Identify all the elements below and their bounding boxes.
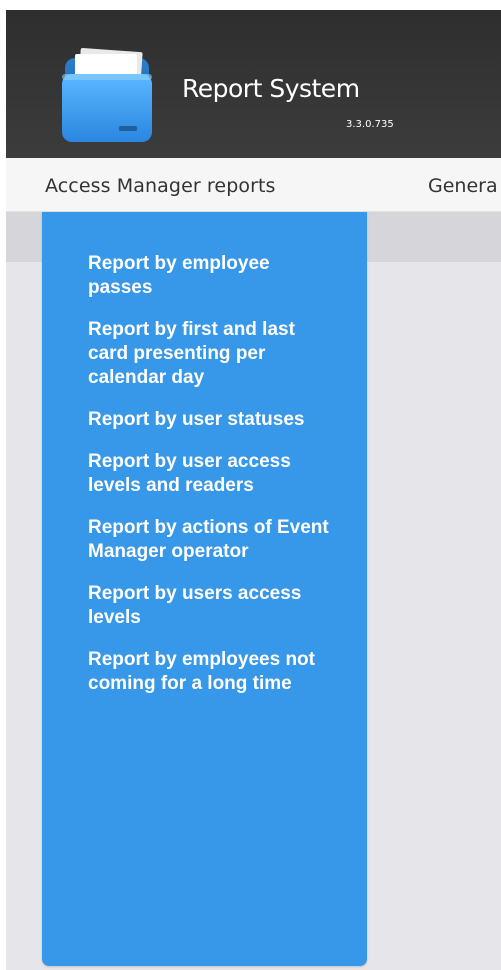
report-employees-not-coming[interactable]: Report by employees not coming for a lon… (88, 648, 338, 696)
menu-access-manager-reports[interactable]: Access Manager reports (45, 175, 276, 197)
access-manager-reports-dropdown: Report by employee passes Report by firs… (42, 212, 367, 966)
menu-general-reports[interactable]: Genera (428, 175, 498, 197)
report-first-last-card[interactable]: Report by first and last card presenting… (88, 318, 338, 390)
app-header: Report System 3.3.0.735 (6, 10, 501, 158)
report-event-manager-operator[interactable]: Report by actions of Event Manager opera… (88, 516, 338, 564)
top-menu-bar: Access Manager reports Genera (6, 158, 501, 212)
report-user-statuses[interactable]: Report by user statuses (88, 408, 338, 432)
app-version: 3.3.0.735 (346, 119, 394, 130)
app-title: Report System (182, 74, 360, 103)
report-users-access-levels[interactable]: Report by users access levels (88, 582, 338, 630)
report-system-window: Report System 3.3.0.735 Access Manager r… (0, 0, 501, 970)
report-employee-passes[interactable]: Report by employee passes (88, 252, 338, 300)
folder-icon (62, 48, 152, 142)
report-list: Report by employee passes Report by firs… (88, 252, 338, 714)
report-user-access-levels-readers[interactable]: Report by user access levels and readers (88, 450, 338, 498)
